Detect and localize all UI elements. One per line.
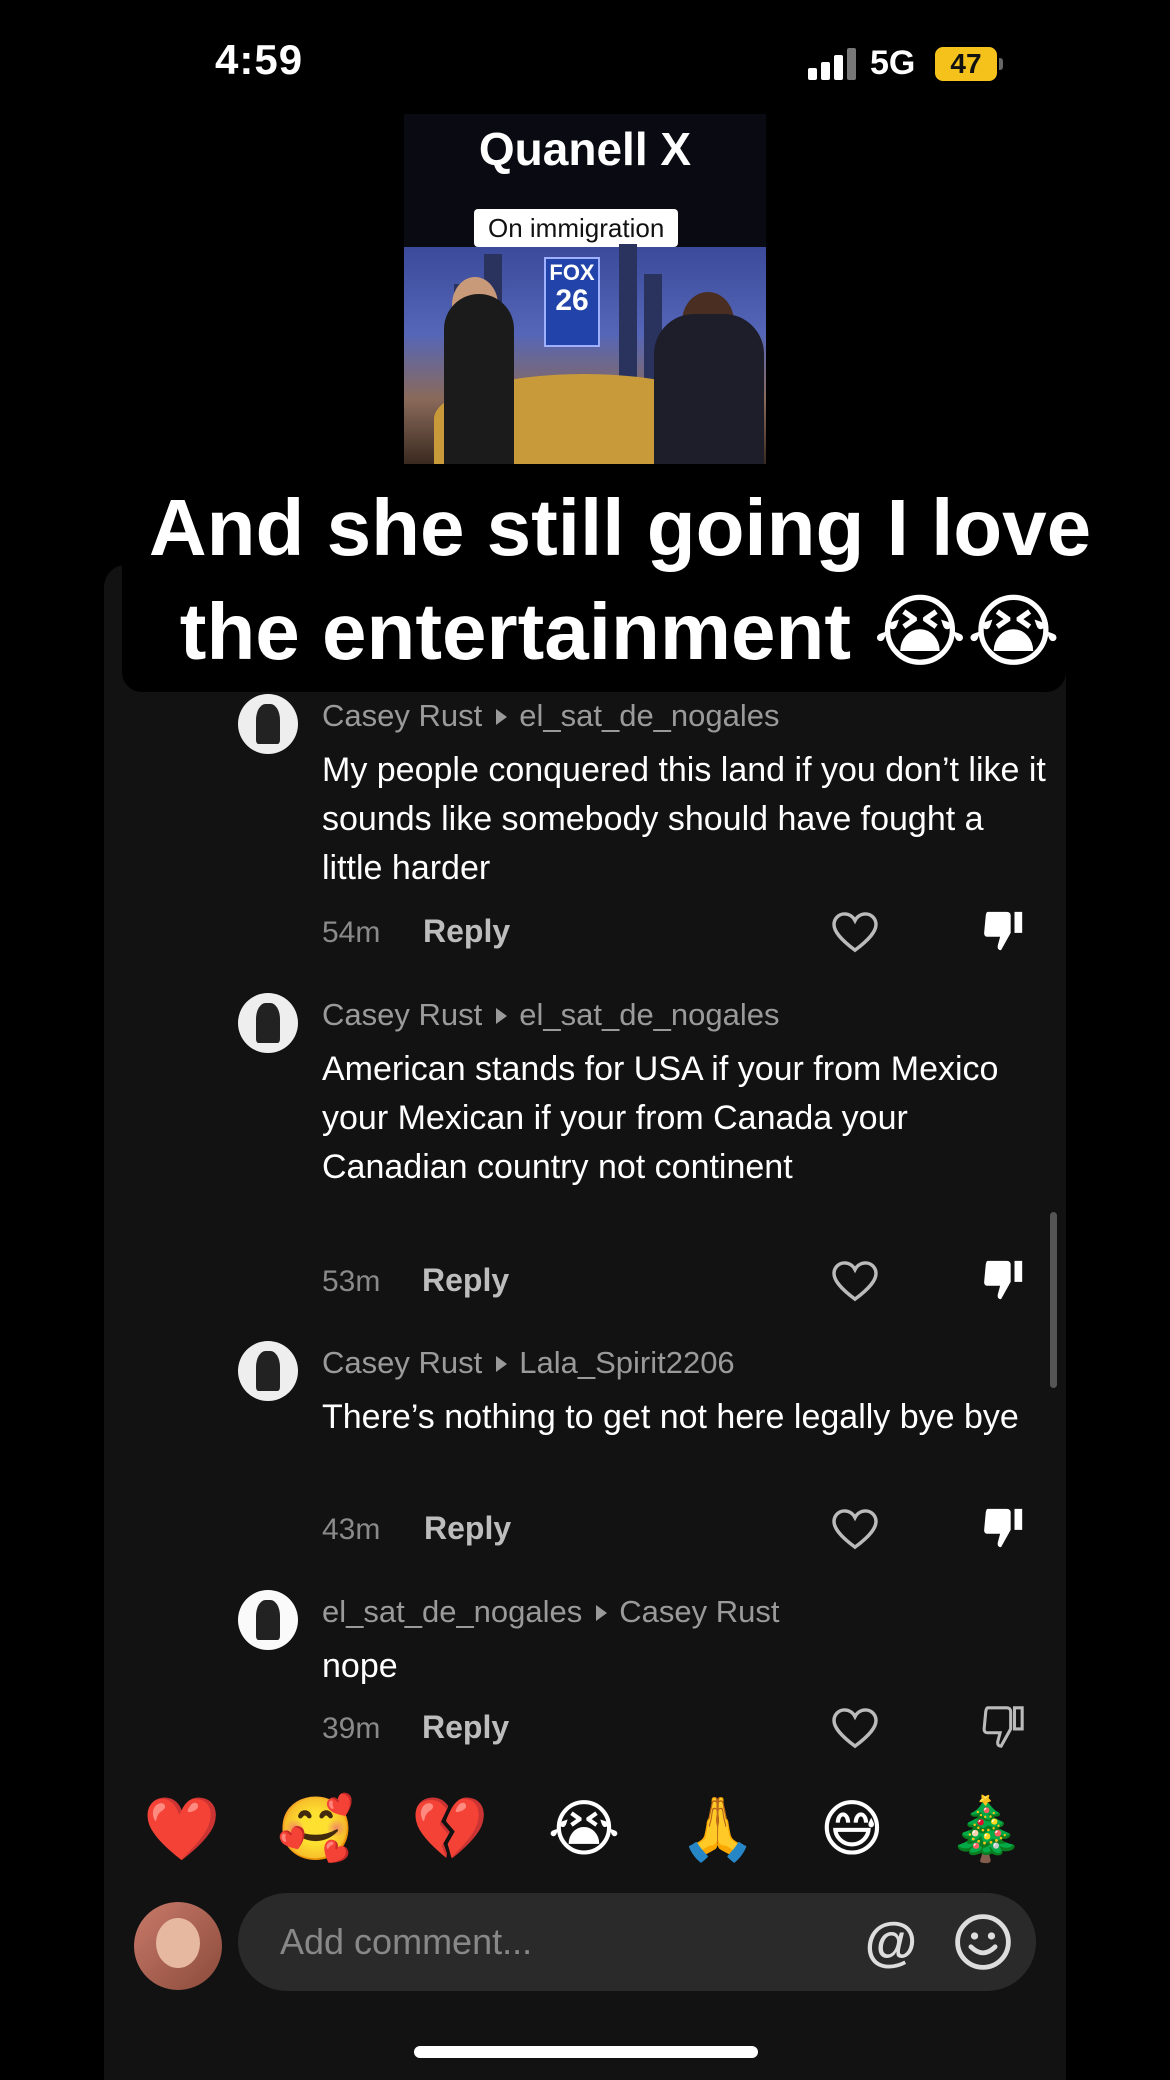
reply-arrow-icon <box>596 1604 608 1621</box>
video-thumbnail[interactable]: Quanell X On immigration FOX 26 <box>404 114 766 464</box>
emoji-picker-icon[interactable] <box>954 1913 1012 1971</box>
reply-button[interactable]: Reply <box>423 913 510 950</box>
commenter-avatar[interactable] <box>238 993 298 1053</box>
comment-composer: @ <box>238 1893 1036 1991</box>
reply-arrow-icon <box>496 1355 508 1372</box>
comment-text: My people conquered this land if you don… <box>322 751 1046 887</box>
comment-age: 39m <box>322 1712 381 1745</box>
reply-button[interactable]: Reply <box>424 1510 511 1547</box>
reply-button[interactable]: Reply <box>422 1262 509 1299</box>
my-avatar[interactable] <box>134 1902 222 1990</box>
comment-author[interactable]: Casey Rust <box>322 997 482 1032</box>
comment-item: Casey Rust Lala_Spirit2206 There’s nothin… <box>238 1341 1040 1555</box>
video-scene: FOX 26 <box>404 244 766 464</box>
station-logo: FOX 26 <box>544 257 600 347</box>
video-title: Quanell X <box>478 123 692 175</box>
battery-nub <box>999 58 1003 70</box>
reply-to-user[interactable]: el_sat_de_nogales <box>519 997 779 1032</box>
guest-figure <box>654 314 764 464</box>
comment-author[interactable]: Casey Rust <box>322 1345 482 1380</box>
anchor-figure <box>444 294 514 464</box>
dislike-icon[interactable] <box>980 1704 1026 1750</box>
reply-to-user[interactable]: el_sat_de_nogales <box>519 698 779 733</box>
comment-text: American stands for USA if your from Mex… <box>322 1050 999 1186</box>
comment-item: el_sat_de_nogales Casey Rust nope 39m Rep… <box>238 1590 1040 1754</box>
network-type: 5G <box>870 44 916 82</box>
video-caption: And she still going I love the entertain… <box>148 483 1092 676</box>
dislike-icon[interactable] <box>980 908 1026 954</box>
battery-icon: 47 <box>935 47 997 81</box>
emoji-sweat-smile[interactable]: 😅 <box>812 1790 892 1870</box>
commenter-avatar[interactable] <box>238 694 298 754</box>
emoji-christmas-tree[interactable]: 🎄 <box>946 1790 1026 1870</box>
reply-arrow-icon <box>496 1007 508 1024</box>
battery-level: 47 <box>950 48 982 79</box>
signal-icon <box>808 48 858 80</box>
status-time: 4:59 <box>215 36 304 83</box>
heart-icon[interactable] <box>832 1261 878 1303</box>
comments-scrollbar[interactable] <box>1050 1212 1057 1388</box>
comment-item: Casey Rust el_sat_de_nogales My people co… <box>238 694 1046 958</box>
quick-emoji-bar: ❤️ 🥰 💔 😭 🙏 😅 🎄 <box>104 1790 1066 1870</box>
comment-age: 43m <box>322 1513 381 1546</box>
dislike-icon[interactable] <box>980 1257 1026 1303</box>
comment-item: Casey Rust el_sat_de_nogales American sta… <box>238 993 1040 1307</box>
reply-arrow-icon <box>496 708 508 725</box>
heart-icon[interactable] <box>832 912 878 954</box>
comment-author[interactable]: el_sat_de_nogales <box>322 1594 582 1629</box>
commenter-avatar[interactable] <box>238 1341 298 1401</box>
home-indicator[interactable] <box>414 2046 758 2058</box>
comment-author[interactable]: Casey Rust <box>322 698 482 733</box>
commenter-avatar[interactable] <box>238 1590 298 1650</box>
add-comment-input[interactable] <box>280 1893 840 1991</box>
emoji-heart[interactable]: ❤️ <box>142 1790 222 1870</box>
comment-names: Casey Rust el_sat_de_nogales <box>322 997 780 1033</box>
comment-age: 53m <box>322 1265 381 1298</box>
emoji-pray[interactable]: 🙏 <box>678 1790 758 1870</box>
heart-icon[interactable] <box>832 1509 878 1551</box>
emoji-smiling-hearts[interactable]: 🥰 <box>276 1790 356 1870</box>
reply-to-user[interactable]: Lala_Spirit2206 <box>519 1345 734 1380</box>
comment-names: Casey Rust Lala_Spirit2206 <box>322 1345 735 1381</box>
reply-button[interactable]: Reply <box>422 1709 509 1746</box>
comment-names: el_sat_de_nogales Casey Rust <box>322 1594 780 1630</box>
mention-icon[interactable]: @ <box>860 1911 922 1973</box>
video-tag: On immigration <box>474 209 679 247</box>
comment-names: Casey Rust el_sat_de_nogales <box>322 698 780 734</box>
reply-to-user[interactable]: Casey Rust <box>619 1594 779 1629</box>
emoji-crying[interactable]: 😭 <box>544 1790 624 1870</box>
comment-age: 54m <box>322 916 381 949</box>
dislike-icon[interactable] <box>980 1505 1026 1551</box>
comment-text: nope <box>322 1647 398 1685</box>
heart-icon[interactable] <box>832 1708 878 1750</box>
status-bar: 4:59 5G 47 <box>0 0 1170 120</box>
emoji-broken-heart[interactable]: 💔 <box>410 1790 490 1870</box>
comment-text: There’s nothing to get not here legally … <box>322 1398 1019 1436</box>
